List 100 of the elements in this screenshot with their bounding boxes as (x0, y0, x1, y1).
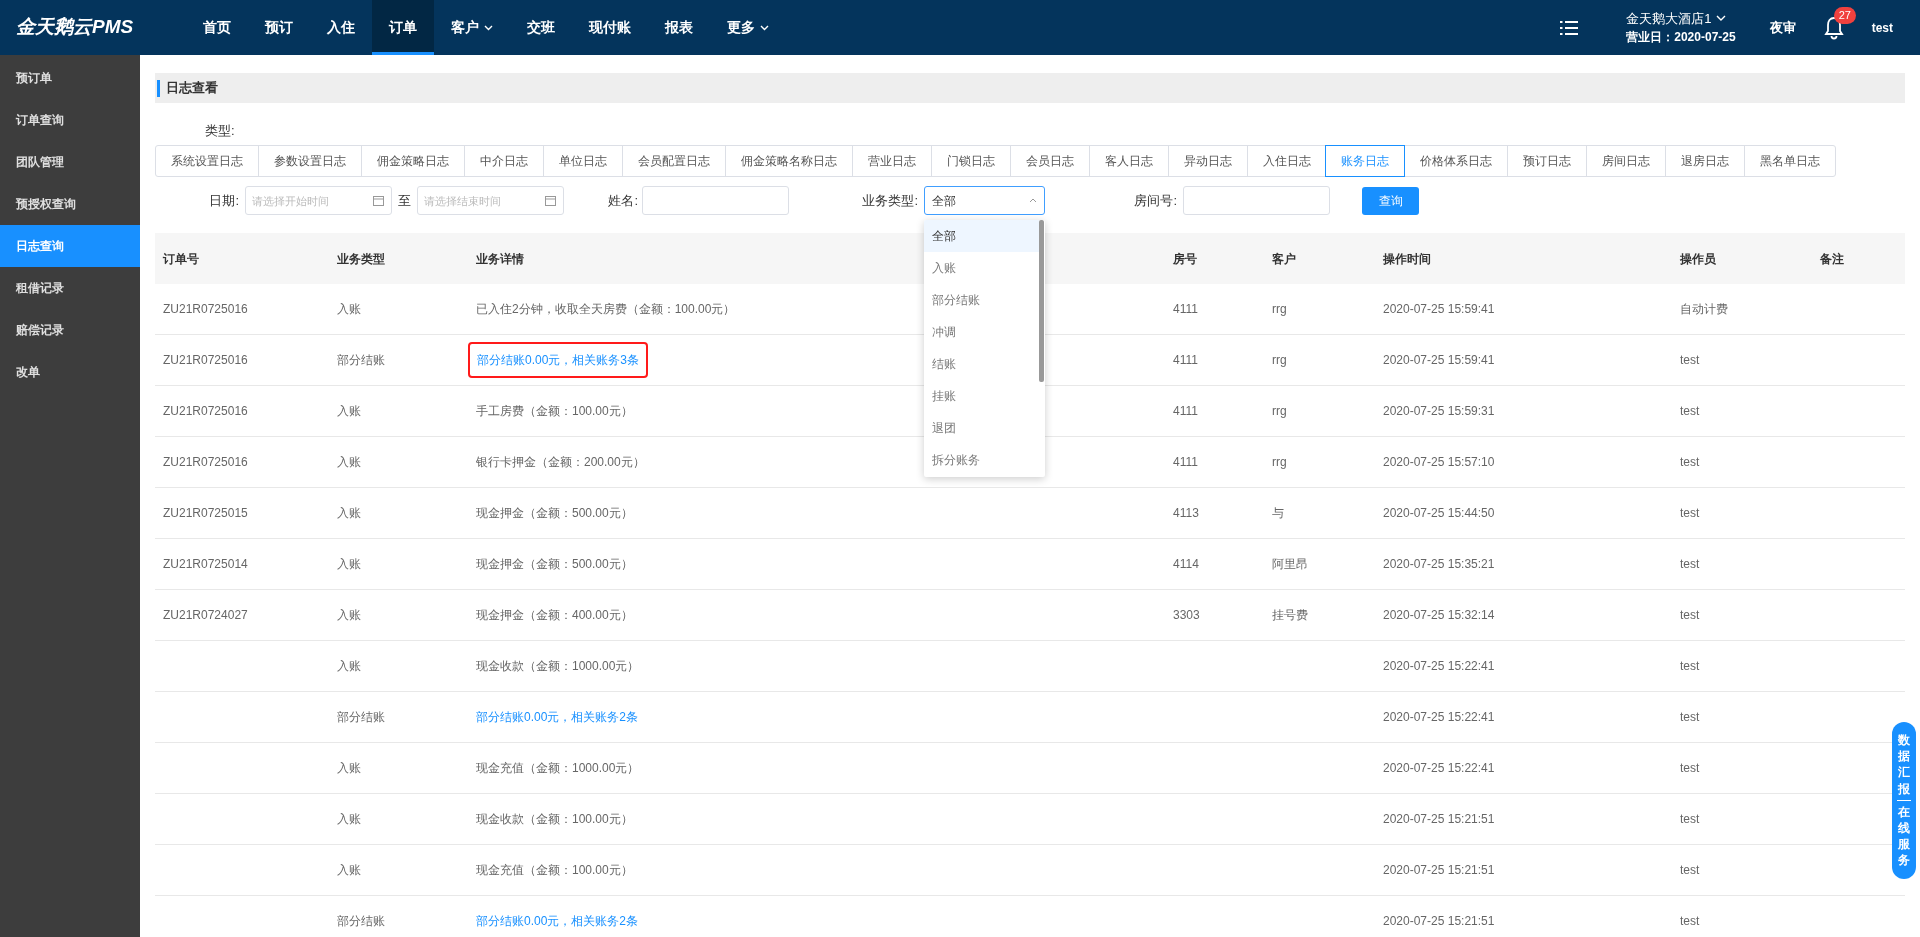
table-cell-text: rrg (1272, 454, 1287, 471)
nav-tab[interactable]: 现付账 (572, 0, 648, 55)
log-type-tab[interactable]: 门锁日志 (931, 146, 1010, 176)
dropdown-option[interactable]: 入账 (924, 252, 1039, 284)
log-type-tab[interactable]: 佣金策略日志 (361, 146, 464, 176)
table-cell-text: 入账 (337, 301, 361, 318)
sidebar-item[interactable]: 团队管理 (0, 141, 140, 183)
log-type-tab[interactable]: 会员日志 (1010, 146, 1089, 176)
table-cell-text: 2020-07-25 15:44:50 (1383, 505, 1495, 522)
dropdown-option[interactable]: 全部 (924, 220, 1039, 252)
log-type-tab[interactable]: 房间日志 (1586, 146, 1665, 176)
column-header[interactable]: 操作员 (1680, 251, 1716, 266)
table-cell-text: ZU21R0725015 (163, 505, 248, 522)
scrollbar-thumb[interactable] (1039, 220, 1044, 382)
column-header[interactable]: 客户 (1272, 251, 1296, 266)
table-cell-text: 现金押金（金额：400.00元） (476, 607, 633, 624)
log-type-tab[interactable]: 异动日志 (1168, 146, 1247, 176)
log-type-tab[interactable]: 退房日志 (1665, 146, 1744, 176)
dropdown-option[interactable]: 部分结账 (924, 284, 1039, 316)
table-cell-text: 现金收款（金额：1000.00元） (476, 658, 640, 675)
table-cell-text: 2020-07-25 15:22:41 (1383, 760, 1495, 777)
table-cell-text: 2020-07-25 15:21:51 (1383, 862, 1495, 879)
column-header[interactable]: 订单号 (163, 251, 199, 266)
sidebar-item[interactable]: 改单 (0, 351, 140, 393)
column-header[interactable]: 备注 (1820, 251, 1844, 266)
dropdown-option[interactable]: 结账 (924, 348, 1039, 380)
log-type-tab[interactable]: 预订日志 (1507, 146, 1586, 176)
table-cell-text: test (1680, 454, 1700, 471)
table-cell-text: 2020-07-25 15:22:41 (1383, 709, 1495, 726)
log-type-tab[interactable]: 会员配置日志 (622, 146, 725, 176)
table-cell-text: rrg (1272, 352, 1287, 369)
table-cell-text: 部分结账 (337, 709, 385, 726)
dropdown-option[interactable]: 退团 (924, 412, 1039, 444)
table-cell-text: ZU21R0725016 (163, 352, 248, 369)
sidebar-item[interactable]: 赔偿记录 (0, 309, 140, 351)
nav-tab[interactable]: 更多 (710, 0, 786, 55)
nav-tab[interactable]: 订单 (372, 0, 434, 55)
log-type-tab[interactable]: 客人日志 (1089, 146, 1168, 176)
column-header[interactable]: 业务详情 (476, 251, 524, 266)
table-cell-text: test (1680, 505, 1700, 522)
table-cell-text: 4111 (1173, 301, 1198, 318)
table-cell-text: ZU21R0725014 (163, 556, 248, 573)
table-cell-text: 现金充值（金额：100.00元） (476, 862, 633, 879)
log-type-tab[interactable]: 营业日志 (852, 146, 931, 176)
nav-tab[interactable]: 入住 (310, 0, 372, 55)
nav-tab[interactable]: 交班 (510, 0, 572, 55)
table-cell-text: 4111 (1173, 454, 1198, 471)
sidebar-item[interactable]: 预订单 (0, 57, 140, 99)
table-cell-text: 4113 (1173, 505, 1199, 522)
dropdown-option[interactable]: 冲调 (924, 316, 1039, 348)
table-cell-text: 4111 (1173, 352, 1198, 369)
nav-tab[interactable]: 预订 (248, 0, 310, 55)
list-icon[interactable] (1560, 20, 1579, 35)
log-type-tab[interactable]: 佣金策略名称日志 (725, 146, 852, 176)
table-cell-text: 4114 (1173, 556, 1199, 573)
dropdown-option[interactable]: 拆分账务 (924, 444, 1039, 476)
hotel-name[interactable]: 金天鹅大酒店1 (1626, 8, 1712, 28)
nav-tab[interactable]: 首页 (186, 0, 248, 55)
sidebar-item[interactable]: 租借记录 (0, 267, 140, 309)
room-label: 房间号: (1133, 191, 1178, 210)
column-header[interactable]: 操作时间 (1383, 251, 1431, 266)
table-cell-text: 2020-07-25 15:59:41 (1383, 301, 1495, 318)
sidebar-item[interactable]: 订单查询 (0, 99, 140, 141)
night-audit-link[interactable]: 夜审 (1769, 17, 1796, 38)
table-cell-text: rrg (1272, 301, 1287, 318)
log-type-tab[interactable]: 参数设置日志 (258, 146, 361, 176)
log-type-tab[interactable]: 价格体系日志 (1404, 146, 1507, 176)
chevron-down-icon (1715, 15, 1726, 21)
log-type-tab[interactable]: 单位日志 (543, 146, 622, 176)
table-cell-text: 入账 (337, 505, 361, 522)
business-type-select[interactable]: 全部 (924, 186, 1045, 215)
log-type-tab[interactable]: 系统设置日志 (156, 146, 258, 176)
name-label: 姓名: (607, 191, 639, 210)
nav-tab[interactable]: 客户 (434, 0, 510, 55)
end-date-field[interactable]: 请选择结束时间 (417, 186, 564, 215)
name-field[interactable] (642, 186, 789, 215)
calendar-icon (373, 195, 384, 206)
table-cell-text: 现金押金（金额：500.00元） (476, 556, 633, 573)
table-cell-text: 部分结账 (337, 913, 385, 930)
table-cell-text: 入账 (337, 862, 361, 879)
room-field[interactable] (1183, 186, 1330, 215)
notification-badge: 27 (1833, 6, 1856, 24)
sidebar-item[interactable]: 预授权查询 (0, 183, 140, 225)
table-cell-text: 2020-07-25 15:21:51 (1383, 913, 1495, 930)
table-cell-text: 2020-07-25 15:57:10 (1383, 454, 1495, 471)
log-type-tab[interactable]: 入住日志 (1247, 146, 1326, 176)
start-date-field[interactable]: 请选择开始时间 (245, 186, 392, 215)
log-type-tab[interactable]: 黑名单日志 (1744, 146, 1835, 176)
table-cell-text: ZU21R0725016 (163, 454, 248, 471)
column-header[interactable]: 房号 (1173, 251, 1197, 266)
table-cell-text: test (1680, 760, 1700, 777)
table-cell-text: 入账 (337, 454, 361, 471)
table-cell-text: 入账 (337, 811, 361, 828)
column-header[interactable]: 业务类型 (337, 251, 385, 266)
table-cell-text: 手工房费（金额：100.00元） (476, 403, 633, 420)
user-name[interactable]: test (1871, 18, 1893, 37)
dropdown-option[interactable]: 挂账 (924, 380, 1039, 412)
nav-tab[interactable]: 报表 (648, 0, 710, 55)
log-type-tab[interactable]: 中介日志 (464, 146, 543, 176)
brand-logo: 金天鹅云PMS (15, 15, 135, 40)
